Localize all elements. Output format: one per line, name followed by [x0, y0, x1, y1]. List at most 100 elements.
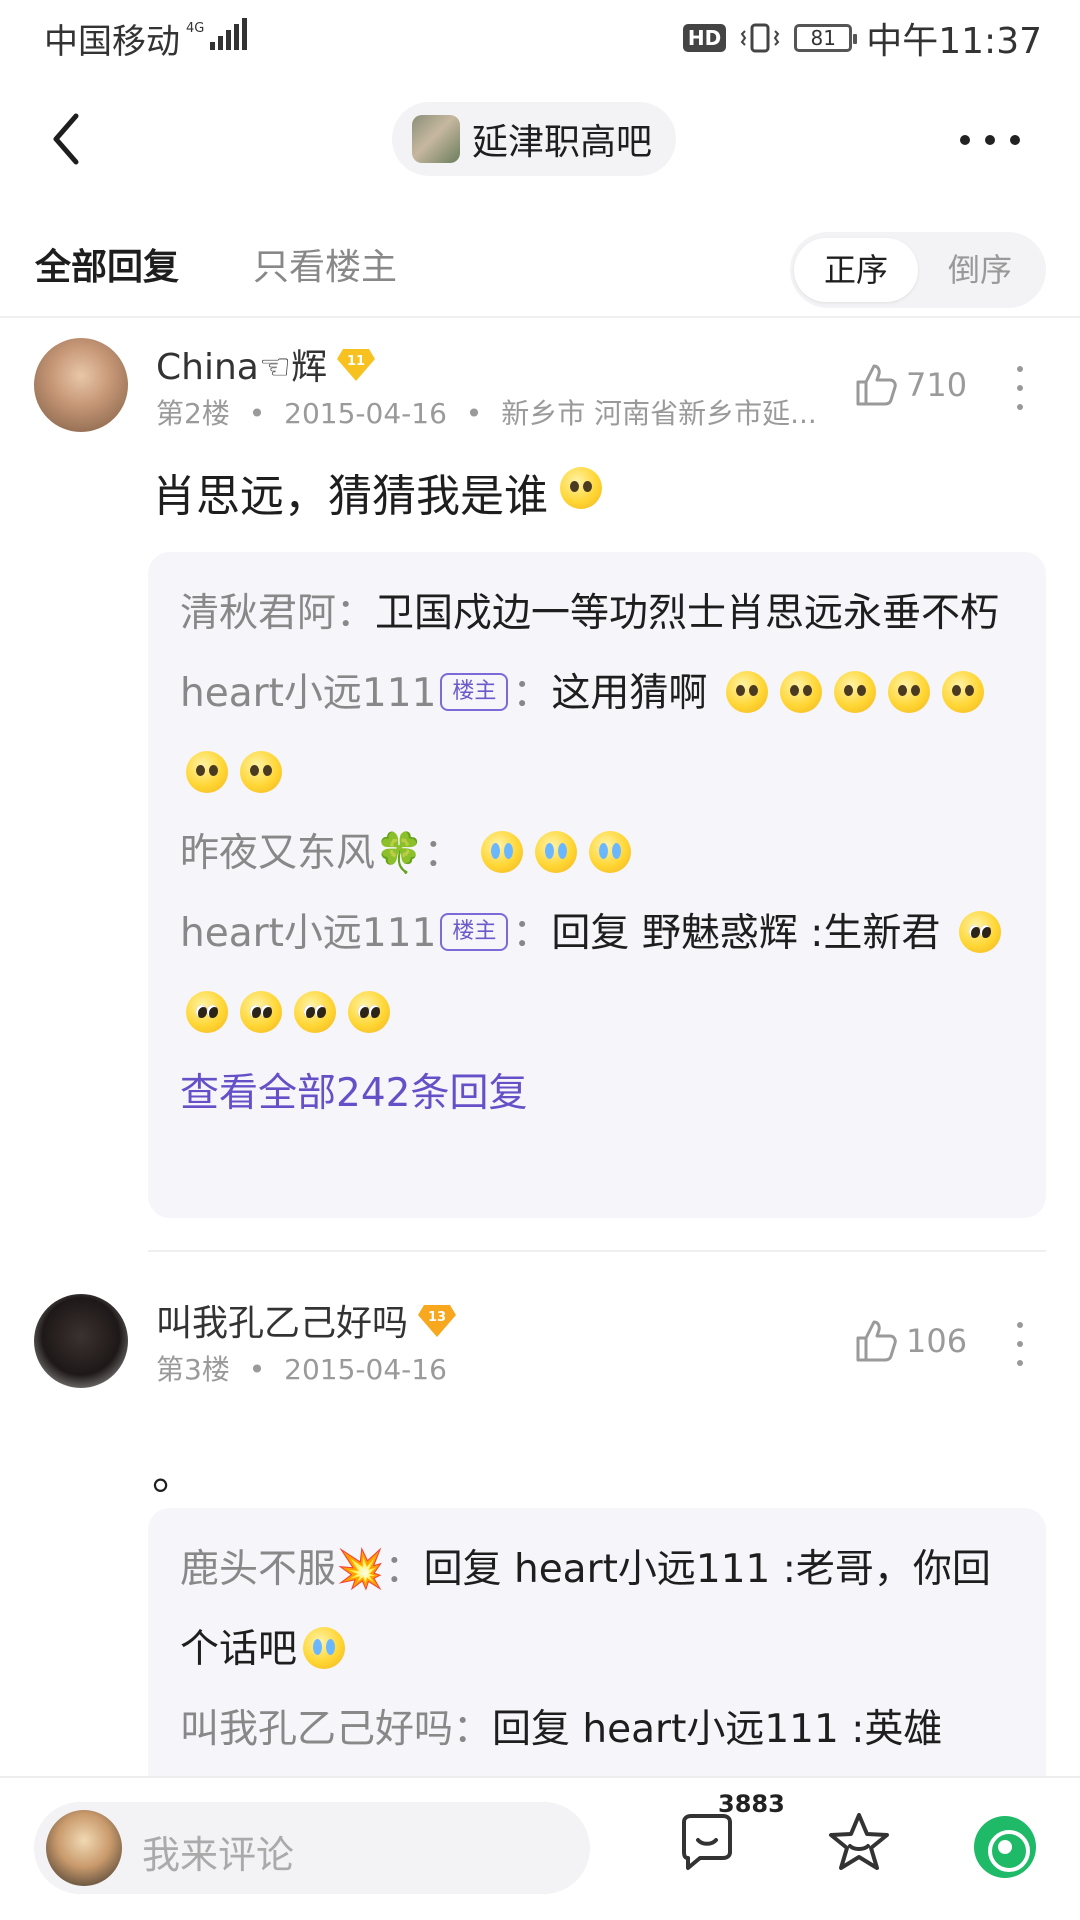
like-button[interactable]: 106	[852, 1318, 967, 1364]
my-avatar	[46, 1810, 122, 1886]
post-meta: 第3楼 • 2015-04-16	[156, 1348, 447, 1388]
emoji-icon	[348, 990, 390, 1033]
status-bar: 中国移动 4G HD 81 中午11:37	[0, 0, 1080, 76]
author-line: China☜辉 11	[156, 338, 376, 390]
reply-item[interactable]: 叫我孔乙己好吗：回复 heart小远111 :英雄	[180, 1690, 1016, 1770]
avatar[interactable]	[34, 338, 128, 432]
emoji-icon	[941, 670, 984, 713]
reply-author[interactable]: heart小远111	[180, 911, 436, 956]
hd-badge: HD	[682, 24, 727, 52]
reply-item[interactable]: 清秋君阿：卫国戍边一等功烈士肖思远永垂不朽	[180, 574, 1016, 654]
vibrate-icon	[740, 23, 780, 53]
forum-pill[interactable]: 延津职高吧	[392, 102, 677, 176]
svg-text:13: 13	[428, 1310, 446, 1325]
post-meta: 第2楼 • 2015-04-16 • 新乡市 河南省新乡市延...	[156, 392, 817, 432]
reply-box[interactable]: 鹿头不服💥：回复 heart小远111 :老哥，你回个话吧 叫我孔乙己好吗：回复…	[148, 1508, 1046, 1808]
signal-icon: 4G	[186, 18, 247, 50]
meta-separator: •	[248, 1353, 266, 1386]
reply-box[interactable]: 清秋君阿：卫国戍边一等功烈士肖思远永垂不朽 heart小远111 楼主 ：这用猜啊 …	[148, 552, 1046, 1218]
emoji-icon	[779, 670, 822, 713]
emoji-icon	[588, 830, 631, 873]
emoji-icon	[294, 990, 336, 1033]
avatar[interactable]	[34, 1294, 128, 1388]
emoji-icon	[887, 670, 930, 713]
emoji-icon	[833, 670, 876, 713]
post-floor-2: China☜辉 11 第2楼 • 2015-04-16 • 新乡市 河南省新乡市…	[0, 320, 1080, 1240]
reply-item[interactable]: heart小远111 楼主 ：这用猜啊	[180, 654, 1016, 814]
level-badge-icon: 11	[337, 349, 376, 381]
emoji-icon	[186, 750, 228, 793]
post-text: 。	[152, 1449, 196, 1500]
reply-author[interactable]: 昨夜又东风🍀	[180, 831, 424, 876]
owner-tag: 楼主	[440, 672, 509, 711]
reply-author[interactable]: heart小远111	[180, 671, 436, 716]
clock: 中午11:37	[866, 21, 1042, 62]
reply-colon: ：	[384, 1547, 424, 1592]
forum-name: 延津职高吧	[472, 122, 653, 163]
more-icon[interactable]	[960, 130, 1020, 150]
reply-item[interactable]: 鹿头不服💥：回复 heart小远111 :老哥，你回个话吧	[180, 1530, 1016, 1690]
bottom-bar: 我来评论 3883	[0, 1776, 1080, 1920]
reply-author[interactable]: 清秋君阿	[180, 591, 336, 636]
emoji-icon	[534, 830, 577, 873]
carrier-label: 中国移动	[44, 22, 180, 62]
reply-colon: ：	[512, 911, 552, 956]
reply-text: 回复 野魅惑辉 :生新君	[551, 911, 941, 956]
like-count: 710	[906, 366, 968, 404]
tab-owner-only[interactable]: 只看楼主	[253, 238, 397, 290]
battery-indicator: 81	[794, 24, 858, 52]
like-icon	[856, 364, 897, 406]
emoji-icon	[480, 830, 523, 873]
floor-number: 第3楼	[156, 1353, 230, 1386]
post-content: 。	[152, 1438, 196, 1502]
owner-tag: 楼主	[440, 912, 509, 951]
reply-author[interactable]: 叫我孔乙己好吗	[180, 1707, 453, 1752]
reply-colon: ：	[512, 671, 552, 716]
like-icon	[856, 1320, 897, 1362]
reply-colon: ：	[336, 591, 376, 636]
post-location: 新乡市 河南省新乡市延...	[501, 397, 817, 430]
reply-item[interactable]: 昨夜又东风🍀：	[180, 814, 1016, 894]
nav-bar: 延津职高吧	[0, 80, 1080, 200]
reply-text: 这用猜啊	[551, 671, 708, 716]
reply-text: 回复 heart小远111 :英雄	[492, 1707, 943, 1752]
emoji-icon	[958, 910, 1001, 953]
level-badge-icon: 13	[418, 1305, 457, 1337]
meta-separator: •	[465, 397, 483, 430]
comment-icon[interactable]	[676, 1812, 738, 1874]
meta-separator: •	[248, 397, 266, 430]
floor-number: 第2楼	[156, 397, 230, 430]
tab-all-replies[interactable]: 全部回复	[35, 238, 179, 290]
comment-count: 3883	[718, 1790, 785, 1818]
emoji-icon	[303, 1626, 346, 1669]
star-icon[interactable]	[826, 1810, 892, 1876]
emoji-icon	[725, 670, 768, 713]
status-right: HD 81 中午11:37	[682, 12, 1042, 64]
post-more-icon[interactable]	[1014, 366, 1026, 410]
reply-text: 卫国戍边一等功烈士肖思远永垂不朽	[375, 591, 1000, 636]
view-all-replies-link[interactable]: 查看全部242条回复	[180, 1054, 1016, 1134]
reply-author[interactable]: 鹿头不服💥	[180, 1547, 385, 1592]
sort-asc-button[interactable]: 正序	[794, 238, 918, 302]
post-more-icon[interactable]	[1014, 1322, 1026, 1366]
svg-text:11: 11	[347, 354, 365, 369]
reply-item[interactable]: heart小远111 楼主 ：回复 野魅惑辉 :生新君	[180, 894, 1016, 1054]
post-date: 2015-04-16	[284, 1353, 447, 1386]
like-button[interactable]: 710	[852, 362, 967, 408]
author-name[interactable]: 叫我孔乙己好吗	[156, 1294, 408, 1346]
reply-colon: ：	[453, 1707, 493, 1752]
tab-bar: 全部回复 只看楼主 正序 倒序	[0, 228, 1080, 318]
post-text: 肖思远，猜猜我是谁	[152, 471, 548, 522]
share-icon[interactable]	[974, 1816, 1036, 1878]
like-count: 106	[906, 1322, 968, 1360]
post-content: 肖思远，猜猜我是谁	[152, 460, 608, 524]
sort-desc-button[interactable]: 倒序	[918, 238, 1042, 302]
emoji-icon	[186, 990, 228, 1033]
comment-input[interactable]: 我来评论	[34, 1802, 590, 1894]
post-divider	[148, 1250, 1046, 1252]
emoji-icon	[240, 990, 282, 1033]
comment-placeholder: 我来评论	[142, 1833, 295, 1877]
back-icon[interactable]	[40, 104, 100, 174]
author-name[interactable]: China☜辉	[156, 338, 327, 390]
reply-colon: ：	[423, 831, 463, 876]
